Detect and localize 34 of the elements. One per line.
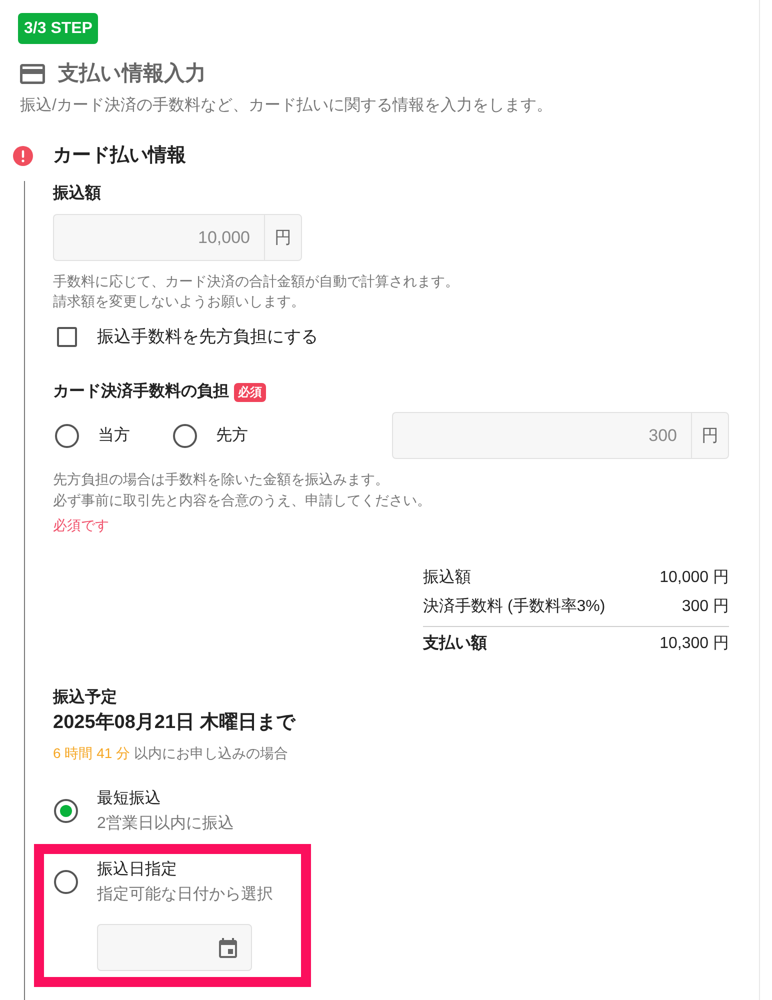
help-text: 先方負担の場合は手数料を除いた金額を振込みます。 — [53, 470, 389, 489]
option-title[interactable]: 最短振込 — [97, 786, 161, 811]
field-label: 振込予定 — [53, 687, 117, 708]
error-message: 必須です — [53, 516, 109, 535]
summary-label: 決済手数料 (手数料率3%) — [423, 596, 606, 617]
unit-label: 円 — [691, 412, 729, 459]
help-text: 請求額を変更しないようお願いします。 — [53, 292, 305, 311]
total-label: 支払い額 — [423, 633, 487, 654]
date-field[interactable] — [97, 924, 252, 971]
summary-value: 300 円 — [682, 597, 729, 617]
help-text: 手数料に応じて、カード決済の合計金額が自動で計算されます。 — [53, 272, 459, 291]
total-value: 10,300 円 — [660, 634, 729, 654]
summary-value: 10,000 円 — [660, 568, 729, 588]
deadline-note: 6 時間 41 分 以内にお申し込みの場合 — [53, 744, 288, 763]
calendar-icon[interactable] — [219, 938, 237, 958]
radio-button[interactable] — [54, 870, 78, 894]
option-description: 指定可能な日付から選択 — [97, 884, 273, 905]
page-title: 支払い情報入力 — [58, 61, 206, 87]
unit-label: 円 — [264, 214, 302, 261]
credit-card-icon — [20, 64, 45, 84]
help-text: 必ず事前に取引先と内容を合意のうえ、申請してください。 — [53, 491, 431, 510]
field-label: 振込額 — [53, 183, 101, 204]
checkbox-label[interactable]: 振込手数料を先方負担にする — [97, 325, 318, 349]
summary-label: 振込額 — [423, 568, 471, 588]
radio-button[interactable] — [54, 799, 78, 823]
section-title: カード払い情報 — [53, 144, 186, 168]
checkbox[interactable] — [57, 327, 77, 347]
field-label: カード決済手数料の負担 — [53, 381, 229, 402]
option-title[interactable]: 振込日指定 — [97, 857, 177, 882]
step-badge: 3/3 STEP — [18, 13, 98, 44]
deadline-date: 2025年08月21日 木曜日まで — [53, 711, 295, 735]
page-description: 振込/カード決済の手数料など、カード払いに関する情報を入力をします。 — [20, 96, 552, 116]
required-badge: 必須 — [234, 382, 266, 402]
option-description: 2営業日以内に振込 — [97, 814, 234, 834]
